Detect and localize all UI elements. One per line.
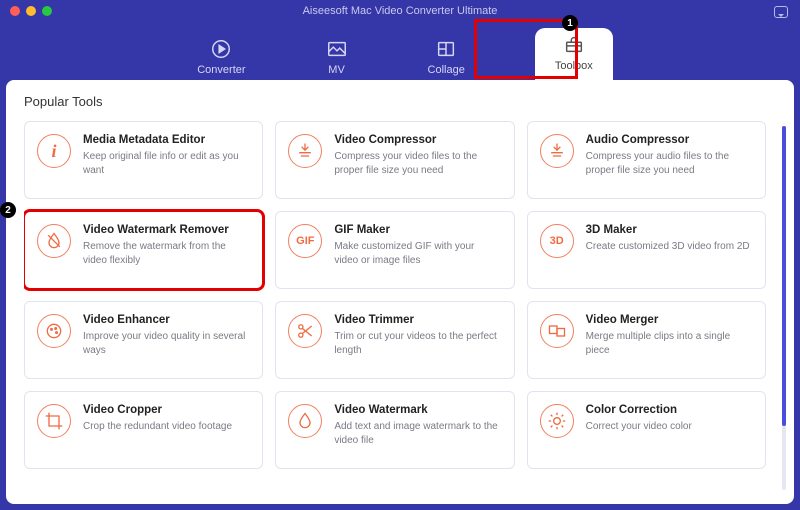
tab-converter[interactable]: Converter [187,34,255,80]
tool-desc: Merge multiple clips into a single piece [586,330,751,357]
tool-title: Video Enhancer [83,314,248,326]
tool-title: Color Correction [586,404,751,416]
feedback-icon[interactable] [774,6,788,18]
tool-video-trimmer[interactable]: Video Trimmer Trim or cut your videos to… [275,301,514,379]
tab-label: Toolbox [555,60,593,72]
main-tabs: Converter MV Collage Toolbox 1 [0,22,800,80]
toolbox-icon [563,34,585,56]
tool-video-cropper[interactable]: Video Cropper Crop the redundant video f… [24,391,263,469]
tool-title: Audio Compressor [586,134,751,146]
tool-desc: Compress your video files to the proper … [334,150,499,177]
section-title: Popular Tools [24,94,776,109]
scrollbar[interactable] [782,126,786,490]
tool-desc: Crop the redundant video footage [83,420,248,434]
droplet-icon [288,404,322,438]
palette-icon [37,314,71,348]
tool-gif-maker[interactable]: GIF GIF Maker Make customized GIF with y… [275,211,514,289]
scissors-icon [288,314,322,348]
gif-icon: GIF [288,224,322,258]
tool-3d-maker[interactable]: 3D 3D Maker Create customized 3D video f… [527,211,766,289]
info-icon: i [37,134,71,168]
titlebar: Aiseesoft Mac Video Converter Ultimate [0,0,800,22]
tool-desc: Trim or cut your videos to the perfect l… [334,330,499,357]
tool-title: GIF Maker [334,224,499,236]
droplet-slash-icon [37,224,71,258]
compress-audio-icon [540,134,574,168]
crop-icon [37,404,71,438]
tool-video-compressor[interactable]: Video Compressor Compress your video fil… [275,121,514,199]
tool-media-metadata-editor[interactable]: i Media Metadata Editor Keep original fi… [24,121,263,199]
tool-video-watermark-remover[interactable]: Video Watermark Remover Remove the water… [24,211,263,289]
tab-label: MV [328,64,345,76]
tab-label: Collage [428,64,465,76]
annotation-callout-2: 2 [0,202,16,218]
tool-color-correction[interactable]: Color Correction Correct your video colo… [527,391,766,469]
3d-icon: 3D [540,224,574,258]
tool-desc: Compress your audio files to the proper … [586,150,751,177]
tool-video-watermark[interactable]: Video Watermark Add text and image water… [275,391,514,469]
tool-video-enhancer[interactable]: Video Enhancer Improve your video qualit… [24,301,263,379]
tool-title: Video Watermark [334,404,499,416]
content-panel: Popular Tools i Media Metadata Editor Ke… [6,80,794,504]
image-icon [326,38,348,60]
tool-title: Video Trimmer [334,314,499,326]
tool-desc: Improve your video quality in several wa… [83,330,248,357]
tab-toolbox[interactable]: Toolbox [535,28,613,80]
tool-title: Video Compressor [334,134,499,146]
tool-title: Media Metadata Editor [83,134,248,146]
tool-desc: Make customized GIF with your video or i… [334,240,499,267]
tool-desc: Keep original file info or edit as you w… [83,150,248,177]
tool-desc: Add text and image watermark to the vide… [334,420,499,447]
tool-desc: Correct your video color [586,420,751,434]
tab-collage[interactable]: Collage [418,34,475,80]
sun-icon [540,404,574,438]
scrollbar-thumb[interactable] [782,126,786,426]
merge-icon [540,314,574,348]
tool-title: 3D Maker [586,224,751,236]
tools-grid: i Media Metadata Editor Keep original fi… [24,121,776,469]
tool-title: Video Merger [586,314,751,326]
compress-icon [288,134,322,168]
tool-desc: Create customized 3D video from 2D [586,240,751,254]
tool-title: Video Cropper [83,404,248,416]
app-title: Aiseesoft Mac Video Converter Ultimate [0,5,800,17]
tool-title: Video Watermark Remover [83,224,248,236]
tab-label: Converter [197,64,245,76]
tool-video-merger[interactable]: Video Merger Merge multiple clips into a… [527,301,766,379]
tool-audio-compressor[interactable]: Audio Compressor Compress your audio fil… [527,121,766,199]
tool-desc: Remove the watermark from the video flex… [83,240,248,267]
play-circle-icon [210,38,232,60]
annotation-callout-1: 1 [562,15,578,31]
collage-icon [435,38,457,60]
tab-mv[interactable]: MV [316,34,358,80]
